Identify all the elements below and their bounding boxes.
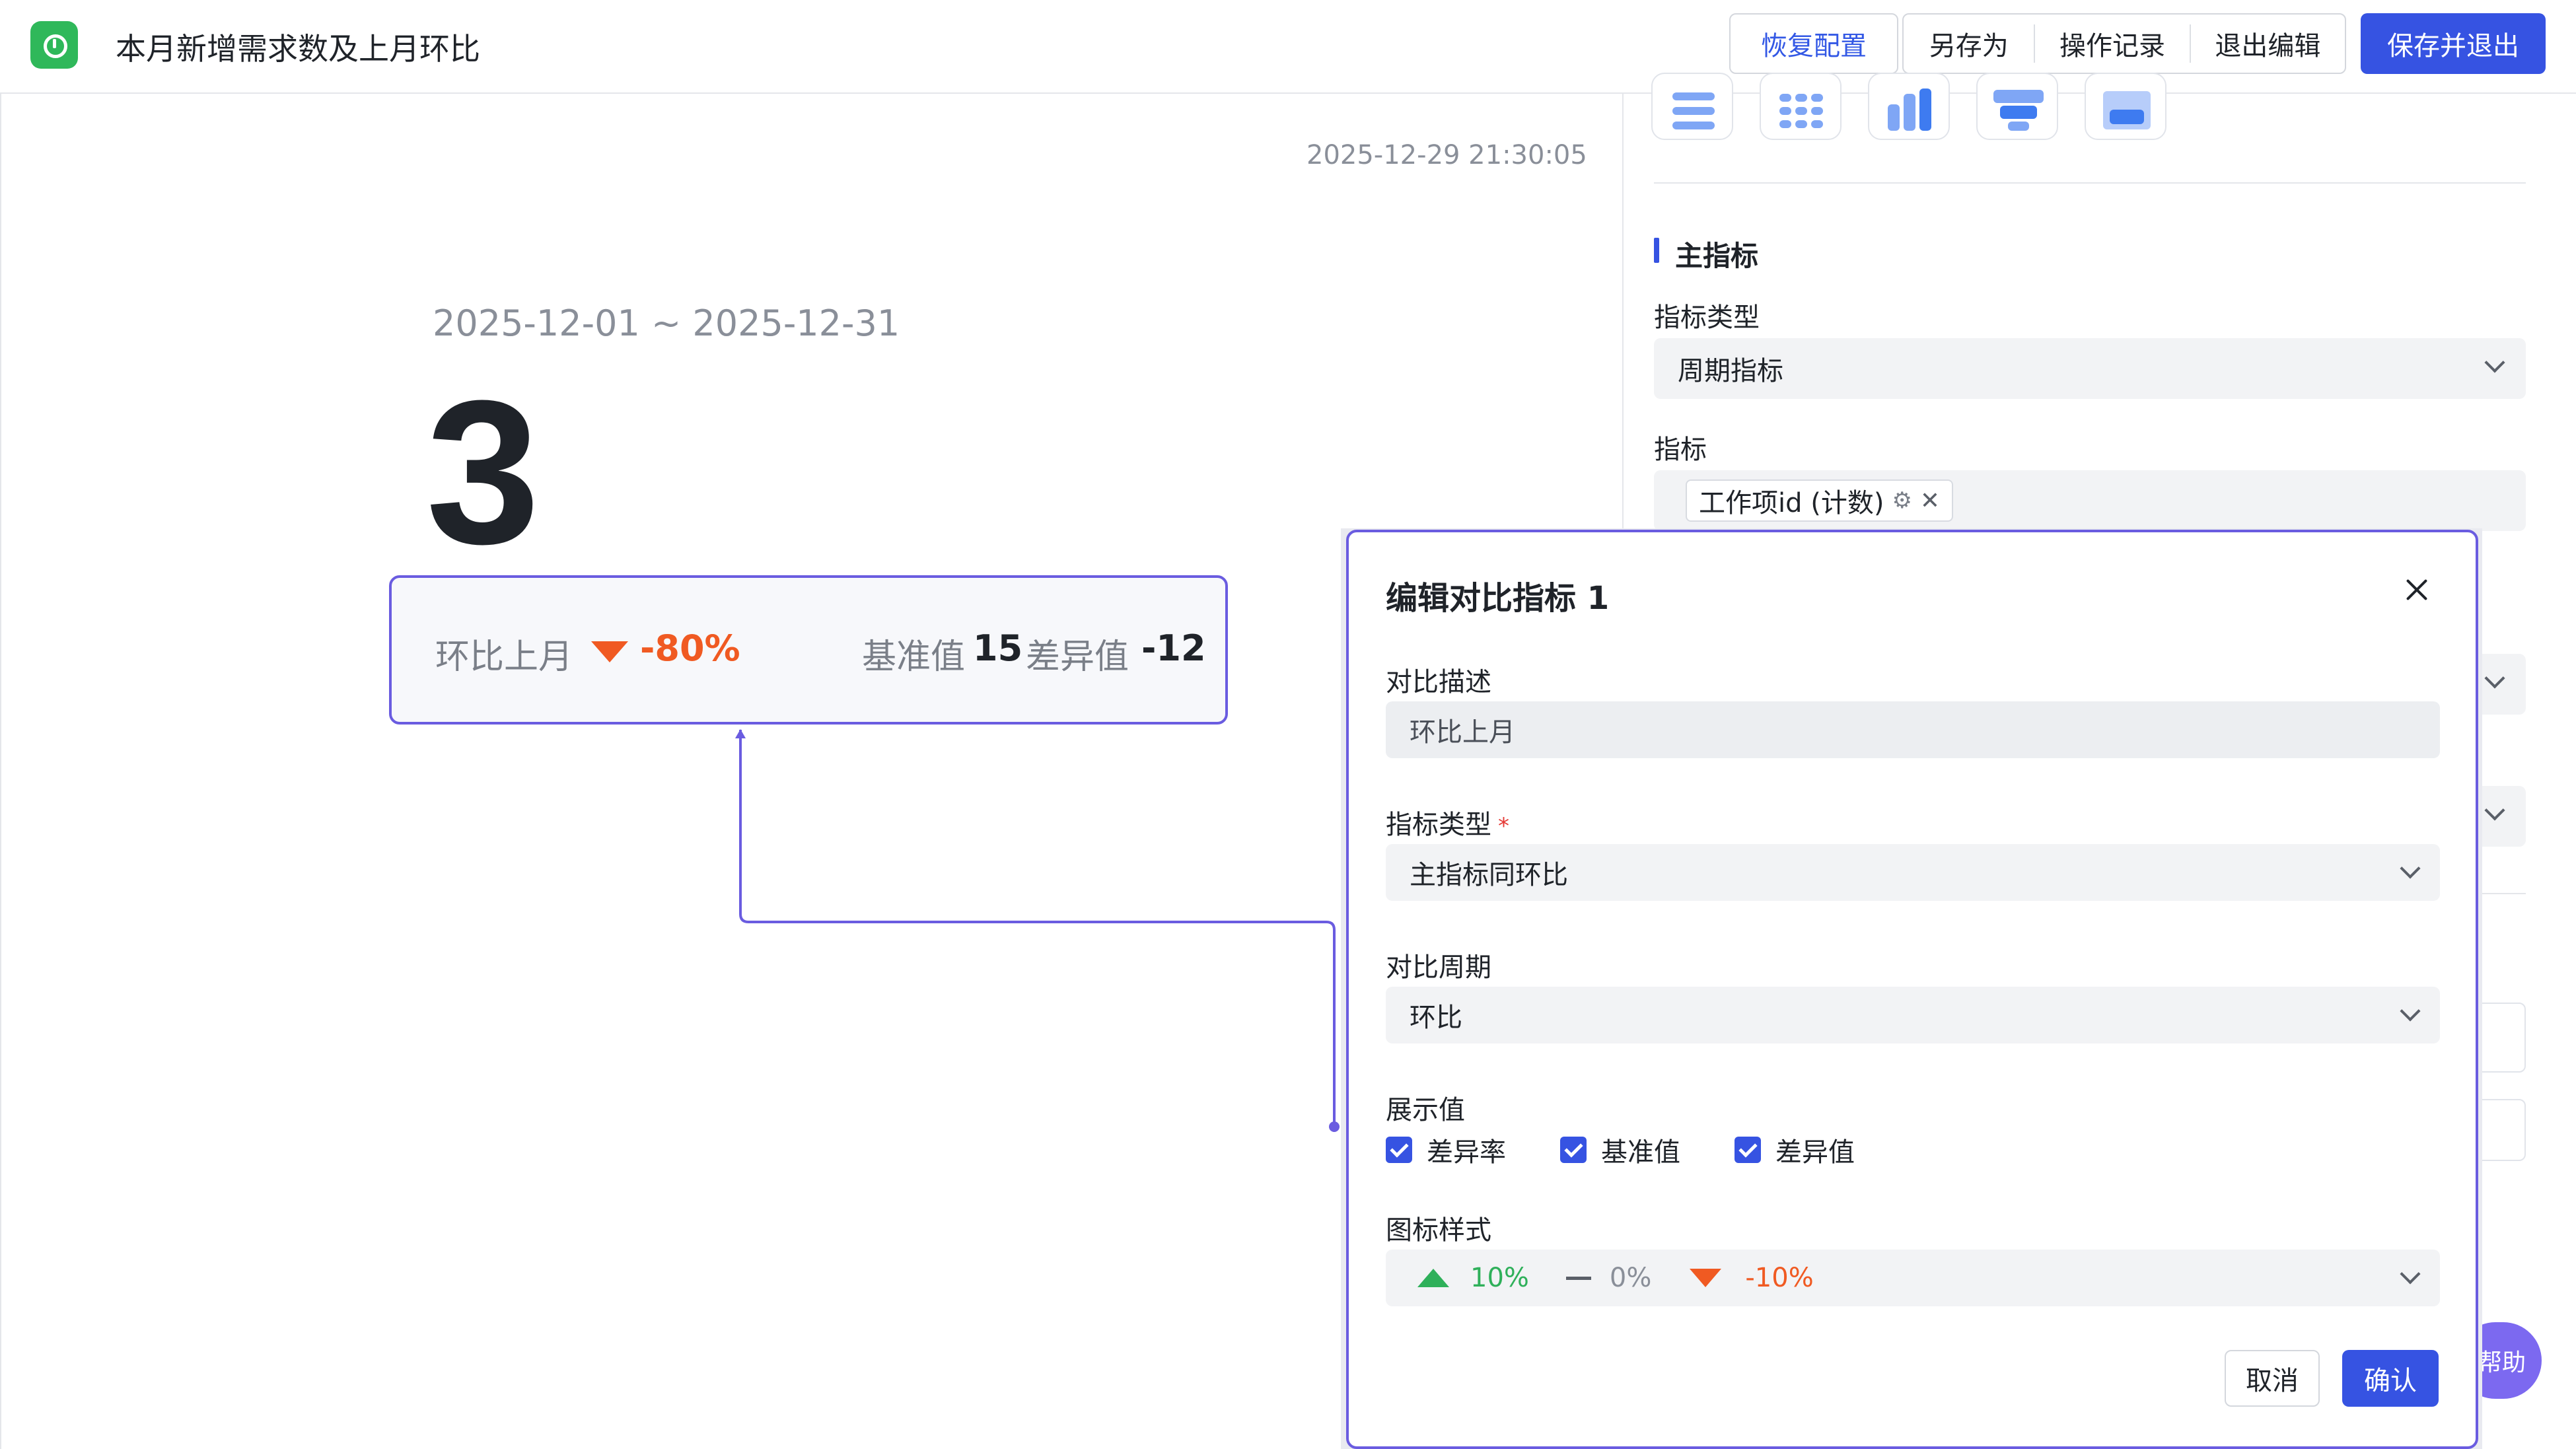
checkbox-checked-icon[interactable] <box>1560 1137 1587 1163</box>
save-as-button[interactable]: 另存为 <box>1904 15 2034 73</box>
help-label: 帮助 <box>2478 1349 2526 1376</box>
page-title: 本月新增需求数及上月环比 <box>116 31 480 67</box>
image-chart-icon[interactable] <box>2085 73 2166 140</box>
checkbox-label: 基准值 <box>1601 1137 1680 1168</box>
icon-style-select[interactable]: 10% 0% -10% <box>1386 1250 2440 1306</box>
metric-type-value: 主指标同环比 <box>1410 860 1568 890</box>
metric-label: 指标 <box>1654 435 1707 465</box>
compare-desc-label: 对比描述 <box>1386 667 1491 697</box>
checkbox-checked-icon[interactable] <box>1735 1137 1761 1163</box>
flat-example: 0% <box>1609 1263 1652 1293</box>
chevron-down-icon <box>2484 352 2505 373</box>
diff-value: -12 <box>1141 627 1206 669</box>
chevron-down-icon <box>2484 668 2505 689</box>
close-icon[interactable] <box>2400 573 2433 606</box>
gear-icon[interactable]: ⚙ <box>1892 487 1912 514</box>
checkbox-checked-icon[interactable] <box>1386 1137 1412 1163</box>
cancel-button[interactable]: 取消 <box>2225 1350 2320 1407</box>
app-logo-icon <box>30 21 78 69</box>
metric-type-select[interactable]: 主指标同环比 <box>1386 844 2440 901</box>
down-example: -10% <box>1745 1263 1814 1293</box>
update-timestamp: 2025-12-29 21:30:05 <box>1306 140 1587 170</box>
close-icon[interactable]: ✕ <box>1920 487 1940 514</box>
bar-chart-icon[interactable] <box>1868 73 1950 140</box>
compare-period-select[interactable]: 环比 <box>1386 987 2440 1043</box>
grid-chart-icon[interactable] <box>1760 73 1842 140</box>
funnel-chart-icon[interactable] <box>1976 73 2058 140</box>
trend-flat-icon <box>1565 1276 1591 1280</box>
required-mark: * <box>1498 813 1509 839</box>
edit-compare-metric-dialog: 编辑对比指标 1 对比描述 环比上月 指标类型 * 主指标同环比 对比周期 环比 … <box>1346 530 2478 1449</box>
checkbox-base-value[interactable]: 基准值 <box>1560 1131 1680 1169</box>
trend-down-icon <box>1690 1269 1722 1287</box>
section-title-main-metric: 主指标 <box>1675 240 1759 272</box>
compare-period-label: 对比周期 <box>1386 952 1491 983</box>
divider <box>1654 182 2526 184</box>
checkbox-diff-value[interactable]: 差异值 <box>1735 1131 1855 1169</box>
save-exit-button[interactable]: 保存并退出 <box>2361 13 2546 74</box>
metric-tag[interactable]: 工作项id (计数) ⚙ ✕ <box>1686 479 1954 522</box>
metric-type-value: 周期指标 <box>1678 356 1783 386</box>
diff-value-label: 差异值 <box>1026 637 1129 677</box>
dialog-title: 编辑对比指标 1 <box>1386 580 1610 617</box>
compare-desc-input[interactable]: 环比上月 <box>1386 701 2440 758</box>
trend-up-icon <box>1417 1269 1449 1287</box>
metric-type-select[interactable]: 周期指标 <box>1654 338 2526 399</box>
exit-edit-button[interactable]: 退出编辑 <box>2191 15 2345 73</box>
chevron-down-icon <box>2400 1263 2421 1285</box>
history-button[interactable]: 操作记录 <box>2035 15 2189 73</box>
confirm-button[interactable]: 确认 <box>2342 1350 2439 1407</box>
chevron-down-icon <box>2484 800 2505 821</box>
base-value: 15 <box>973 627 1023 669</box>
checkbox-label: 差异值 <box>1775 1137 1855 1168</box>
date-range: 2025-12-01 ~ 2025-12-31 <box>433 302 900 344</box>
compare-rate: -80% <box>640 627 740 669</box>
up-example: 10% <box>1470 1263 1529 1293</box>
section-marker <box>1654 238 1659 263</box>
compare-metric-box[interactable]: 环比上月 -80% 基准值 15 差异值 -12 <box>389 575 1228 725</box>
top-bar: 本月新增需求数及上月环比 恢复配置 另存为 操作记录 退出编辑 保存并退出 <box>0 0 2576 94</box>
main-metric-value: 3 <box>426 357 540 586</box>
chevron-down-icon <box>2400 1001 2421 1022</box>
compare-period-value: 环比 <box>1410 1003 1462 1033</box>
chart-type-selector <box>1651 73 2166 140</box>
metric-type-label: 指标类型 <box>1654 302 1760 333</box>
compare-desc-value: 环比上月 <box>1410 717 1515 748</box>
trend-down-icon <box>591 641 628 662</box>
list-chart-icon[interactable] <box>1651 73 1733 140</box>
metric-type-label-text: 指标类型 <box>1386 810 1491 840</box>
action-button-group: 另存为 操作记录 退出编辑 <box>1902 13 2346 74</box>
metric-type-label: 指标类型 * <box>1386 803 1509 841</box>
checkbox-diff-rate[interactable]: 差异率 <box>1386 1131 1506 1169</box>
metric-tag-label: 工作项id (计数) <box>1699 488 1884 518</box>
icon-style-label: 图标样式 <box>1386 1215 1491 1246</box>
restore-config-button[interactable]: 恢复配置 <box>1729 13 1898 74</box>
compare-label: 环比上月 <box>435 637 573 677</box>
display-values-label: 展示值 <box>1386 1095 1465 1125</box>
checkbox-label: 差异率 <box>1427 1137 1506 1168</box>
chevron-down-icon <box>2400 858 2421 879</box>
base-value-label: 基准值 <box>862 637 966 677</box>
